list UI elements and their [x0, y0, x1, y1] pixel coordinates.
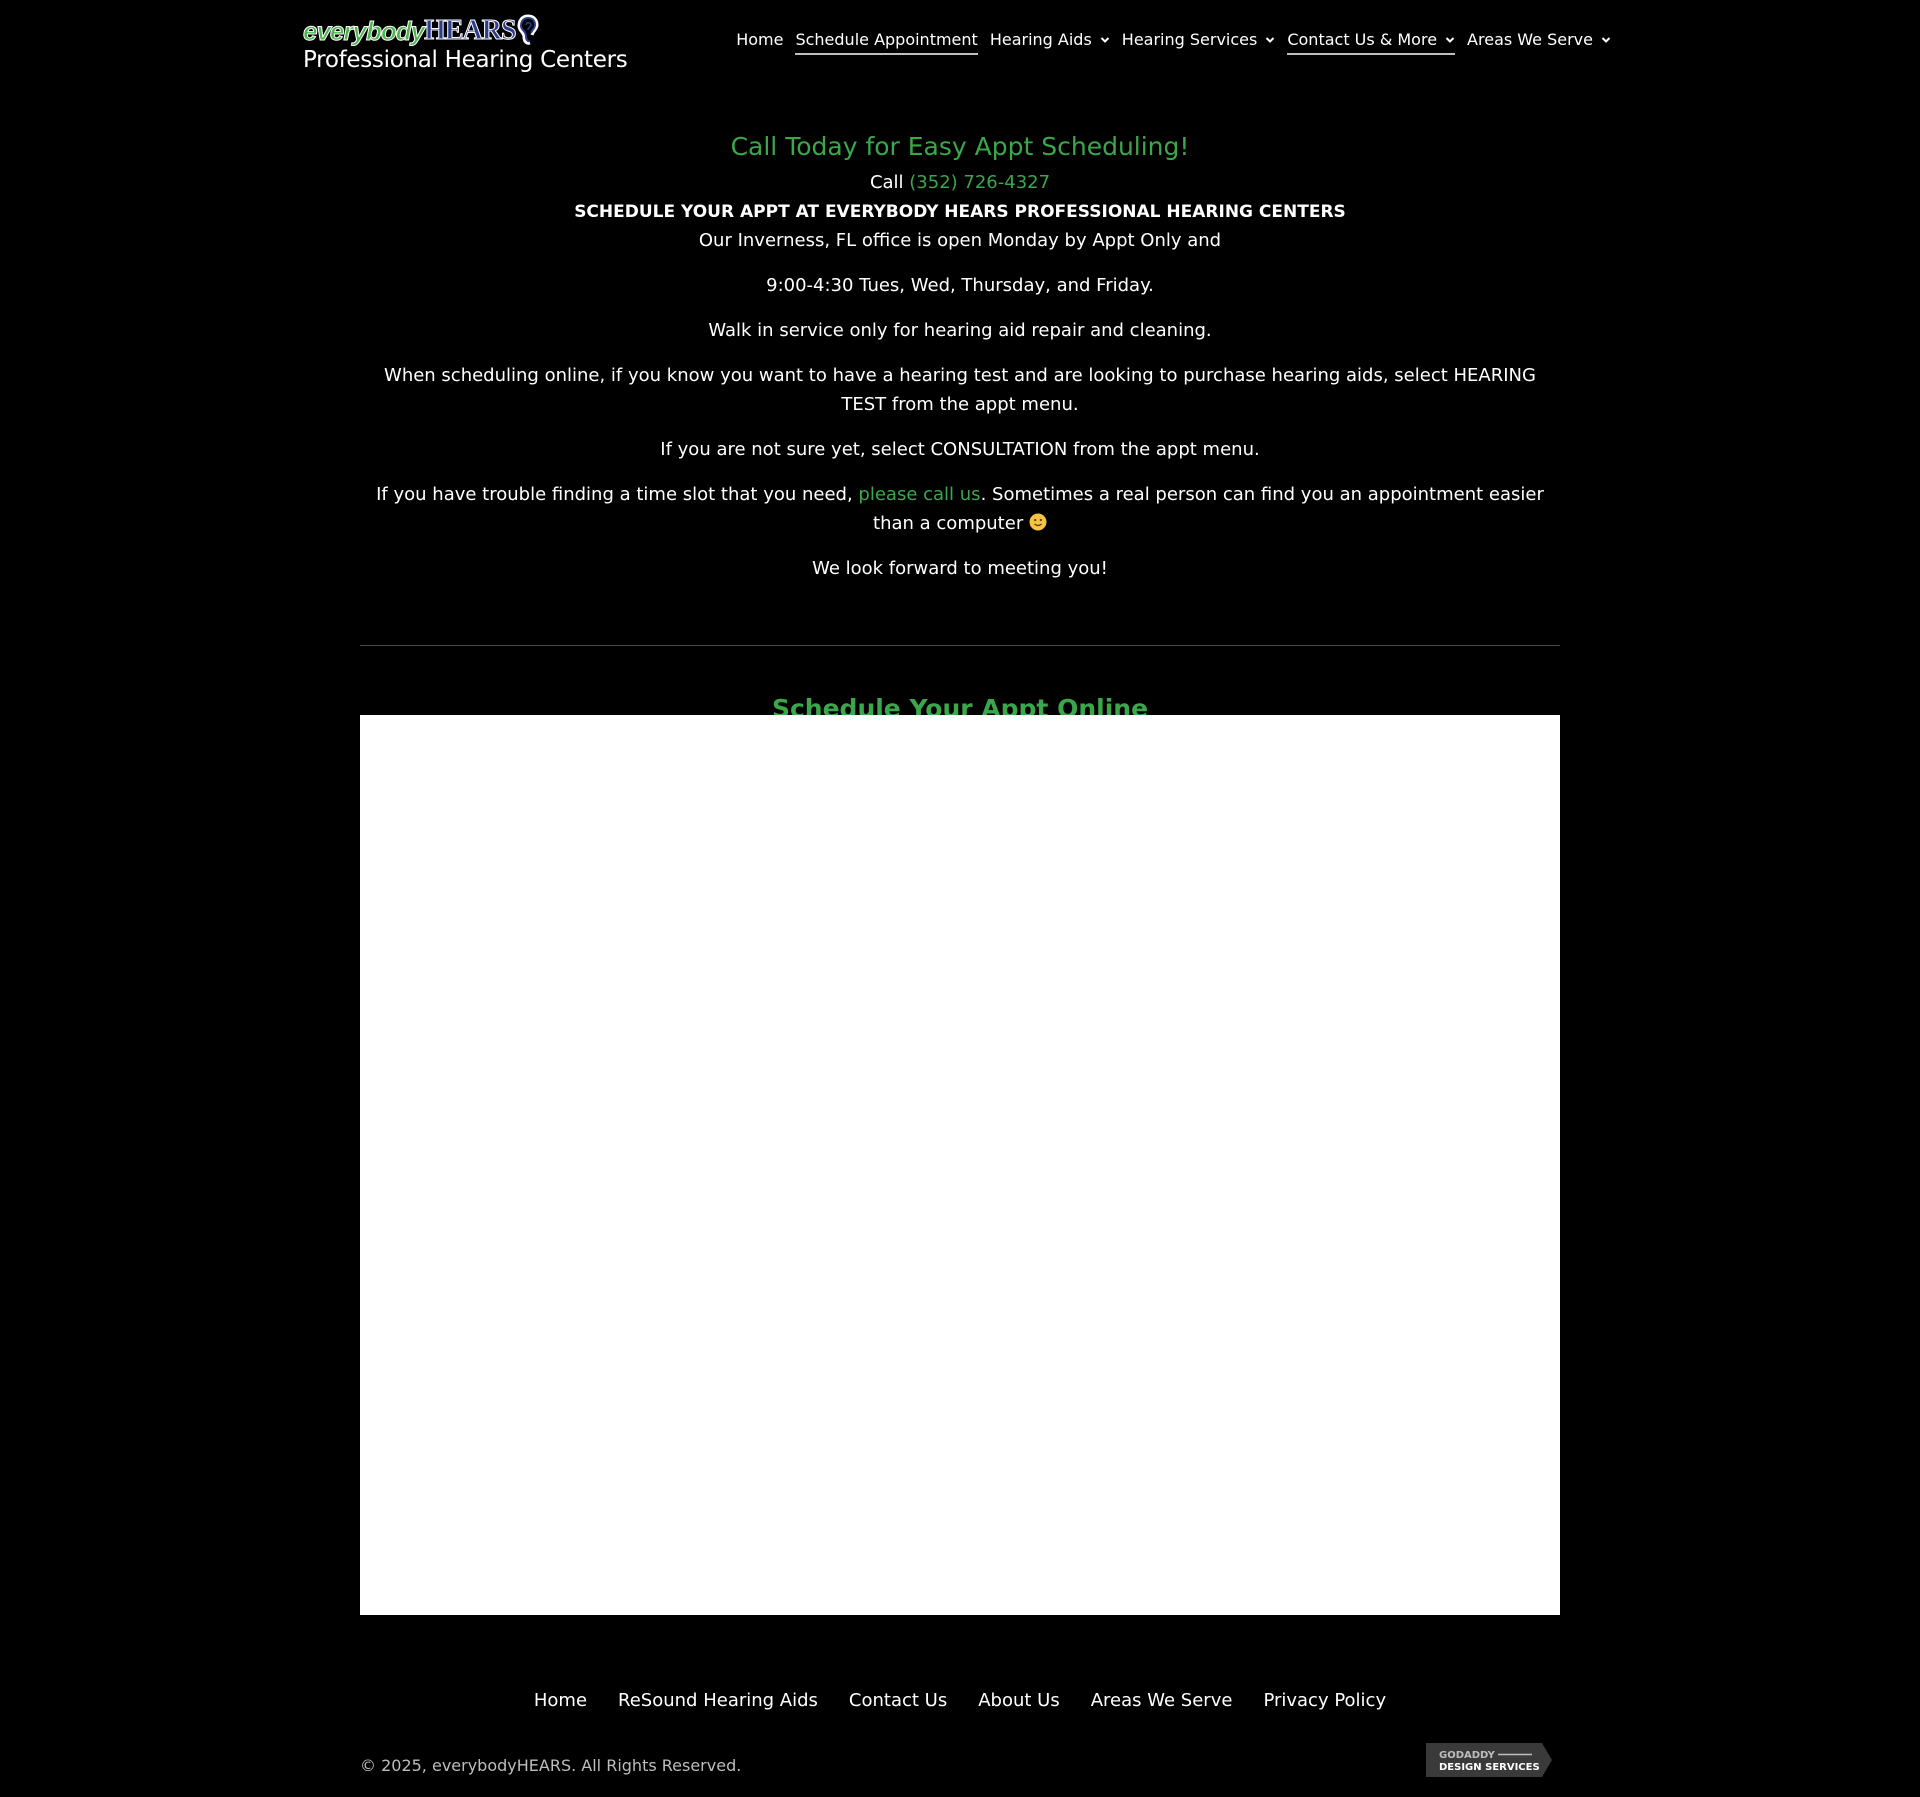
footer-link-resound-hearing-aids[interactable]: ReSound Hearing Aids — [618, 1690, 818, 1711]
badge-line-2: DESIGN SERVICES — [1439, 1762, 1540, 1773]
page-title: Call Today for Easy Appt Scheduling! — [730, 132, 1190, 161]
badge-line-1: GODADDY — [1439, 1750, 1496, 1761]
scheduling-widget-frame[interactable] — [360, 715, 1560, 1615]
nav-item-label: Contact Us & More — [1287, 30, 1438, 49]
footer-link-about-us[interactable]: About Us — [978, 1690, 1060, 1711]
phone-link[interactable]: (352) 726-4327 — [909, 172, 1050, 193]
schedule-banner-text: SCHEDULE YOUR APPT AT EVERYBODY HEARS PR… — [574, 202, 1346, 222]
godaddy-badge-graphic: GODADDY DESIGN SERVICES — [1426, 1743, 1552, 1777]
smiley-icon — [1029, 513, 1047, 531]
nav-item-label: Hearing Services — [1121, 30, 1258, 49]
nav-item-contact-us-more[interactable]: Contact Us & More — [1287, 30, 1456, 55]
call-us-link[interactable]: please call us — [858, 484, 980, 505]
call-line: Call (352) 726-4327 — [360, 170, 1560, 196]
nav-item-home[interactable]: Home — [736, 30, 783, 55]
trouble-prefix: If you have trouble finding a time slot … — [376, 484, 859, 505]
copyright-text: © 2025, everybodyHEARS. All Rights Reser… — [360, 1756, 742, 1775]
consultation-note: If you are not sure yet, select CONSULTA… — [660, 439, 1260, 460]
footer-link-privacy-policy[interactable]: Privacy Policy — [1263, 1690, 1386, 1711]
nav-item-label: Schedule Appointment — [795, 30, 978, 49]
nav-item-label: Areas We Serve — [1467, 30, 1593, 49]
nav-item-label: Hearing Aids — [989, 30, 1092, 49]
main-nav: Home Schedule Appointment Hearing Aids H… — [736, 30, 1611, 55]
footer-link-home[interactable]: Home — [534, 1690, 587, 1711]
call-prefix: Call — [869, 172, 910, 193]
site-logo[interactable]: everybody HEARS Professional Hearing Cen… — [302, 10, 628, 74]
chevron-down-icon — [1601, 36, 1611, 43]
logo-wordmark: everybody HEARS — [302, 10, 623, 47]
footer-link-areas-we-serve[interactable]: Areas We Serve — [1091, 1690, 1233, 1711]
main-content: Call Today for Easy Appt Scheduling! Cal… — [360, 130, 1560, 599]
hours-line-2: 9:00-4:30 Tues, Wed, Thursday, and Frida… — [766, 275, 1154, 296]
ear-icon — [517, 14, 539, 45]
logo-word-everybody: everybody — [302, 16, 425, 47]
hours-line-1: Our Inverness, FL office is open Monday … — [698, 230, 1222, 251]
chevron-down-icon — [1266, 36, 1275, 43]
site-header: everybody HEARS Professional Hearing Cen… — [0, 0, 1920, 100]
logo-tagline: Professional Hearing Centers — [303, 47, 628, 73]
nav-item-hearing-services[interactable]: Hearing Services — [1122, 30, 1276, 55]
logo-word-hears: HEARS — [424, 15, 517, 46]
nav-item-label: Home — [736, 30, 784, 49]
chevron-down-icon — [1445, 36, 1455, 43]
footer-nav: Home ReSound Hearing Aids Contact Us Abo… — [0, 1690, 1920, 1711]
nav-item-schedule-appointment[interactable]: Schedule Appointment — [795, 30, 978, 55]
trouble-note: If you have trouble finding a time slot … — [360, 480, 1560, 538]
footer-link-contact-us[interactable]: Contact Us — [849, 1690, 947, 1711]
section-divider — [360, 645, 1560, 646]
hearing-test-note: When scheduling online, if you know you … — [384, 365, 1536, 415]
chevron-down-icon — [1100, 36, 1109, 43]
walk-in-note: Walk in service only for hearing aid rep… — [708, 320, 1212, 341]
nav-item-hearing-aids[interactable]: Hearing Aids — [990, 30, 1110, 55]
nav-item-areas-we-serve[interactable]: Areas We Serve — [1467, 30, 1611, 55]
closing-note: We look forward to meeting you! — [812, 558, 1108, 579]
